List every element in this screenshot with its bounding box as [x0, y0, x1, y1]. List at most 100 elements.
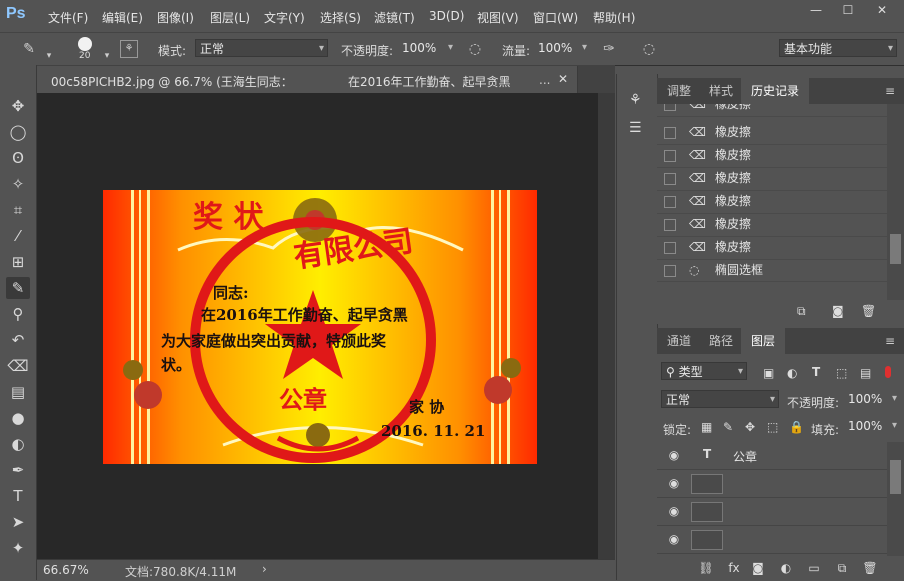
menu-view[interactable]: 视图(V): [477, 9, 519, 26]
menu-help[interactable]: 帮助(H): [593, 9, 635, 26]
airbrush-icon[interactable]: ✑: [600, 40, 618, 58]
type-tool-icon[interactable]: T: [6, 485, 30, 507]
add-mask-icon[interactable]: ◙: [749, 559, 767, 577]
layer-row[interactable]: ◉ T 公章: [657, 442, 887, 470]
new-document-from-state-icon[interactable]: ⧉: [797, 304, 806, 319]
flow-field[interactable]: 100% ▾: [534, 39, 590, 57]
menu-filter[interactable]: 滤镜(T): [374, 9, 415, 26]
vertical-scrollbar[interactable]: [598, 93, 615, 559]
shape-tool-icon[interactable]: ✦: [6, 537, 30, 559]
opacity-field[interactable]: 100% ▾: [398, 39, 456, 57]
lock-all-icon[interactable]: 🔒: [789, 420, 804, 434]
move-tool-icon[interactable]: ✥: [6, 95, 30, 117]
trash-icon[interactable]: 🗑: [861, 304, 876, 318]
lock-pixels-icon[interactable]: ✎: [723, 420, 733, 434]
layer-row[interactable]: ◉: [657, 526, 887, 554]
mode-select[interactable]: 正常 ▾: [195, 39, 328, 57]
layers-scrollbar[interactable]: [887, 442, 904, 556]
history-scrollbar[interactable]: [887, 104, 904, 300]
link-layers-icon[interactable]: ⛓: [697, 559, 715, 577]
pen-tool-icon[interactable]: ✒: [6, 459, 30, 481]
close-icon[interactable]: ✕: [866, 0, 898, 20]
lock-position-icon[interactable]: ✥: [745, 420, 755, 434]
menu-type[interactable]: 文字(Y): [264, 9, 305, 26]
visibility-eye-icon[interactable]: ◉: [667, 532, 681, 546]
blend-mode-select[interactable]: 正常 ▾: [661, 390, 779, 408]
visibility-eye-icon[interactable]: ◉: [667, 504, 681, 518]
filter-smart-object-icon[interactable]: ▤: [860, 366, 871, 380]
pressure-opacity-icon[interactable]: ◌: [466, 40, 484, 58]
magic-wand-tool-icon[interactable]: ✧: [6, 173, 30, 195]
panel-menu-icon[interactable]: ≡: [885, 334, 895, 348]
list-item[interactable]: ⌫ 橡皮擦: [657, 167, 887, 191]
lock-artboard-icon[interactable]: ⬚: [767, 420, 778, 434]
brush-tool-icon[interactable]: ✎: [20, 40, 38, 58]
panel-menu-icon[interactable]: ≡: [885, 84, 895, 98]
brush-presets-icon[interactable]: ⚘: [629, 92, 642, 108]
crop-tool-icon[interactable]: ⌗: [6, 199, 30, 221]
new-group-icon[interactable]: ▭: [805, 559, 823, 577]
list-item[interactable]: ⌫ 橡皮擦: [657, 213, 887, 237]
list-item[interactable]: ⌫ 橡皮擦: [657, 121, 887, 145]
new-layer-icon[interactable]: ⧉: [833, 559, 851, 577]
brush-preview-icon[interactable]: [78, 37, 92, 51]
chevron-down-icon[interactable]: ▾: [98, 47, 116, 65]
menu-select[interactable]: 选择(S): [320, 9, 361, 26]
dodge-tool-icon[interactable]: ◐: [6, 433, 30, 455]
layer-filter-select[interactable]: ⚲ 类型 ▾: [661, 362, 747, 380]
tab-layers[interactable]: 图层: [741, 328, 786, 354]
list-item[interactable]: ⌫ 橡皮擦: [657, 144, 887, 168]
menu-3d[interactable]: 3D(D): [429, 9, 464, 23]
eraser-tool-icon[interactable]: ⌫: [6, 355, 30, 377]
clone-stamp-tool-icon[interactable]: ⚲: [6, 303, 30, 325]
filter-pixel-icon[interactable]: ▣: [763, 366, 774, 380]
menu-file[interactable]: 文件(F): [48, 9, 88, 26]
workspace-select[interactable]: 基本功能 ▾: [779, 39, 897, 57]
layer-row[interactable]: ◉: [657, 498, 887, 526]
document-tab[interactable]: 00c58PICHB2.jpg @ 66.7% (王海生同志： 在2016年工作…: [37, 66, 578, 93]
brush-panel-icon[interactable]: ⚘: [120, 40, 138, 58]
snapshot-icon[interactable]: ◙: [832, 304, 844, 318]
healing-brush-tool-icon[interactable]: ⊞: [6, 251, 30, 273]
menu-edit[interactable]: 编辑(E): [102, 9, 143, 26]
chevron-right-icon[interactable]: ›: [262, 562, 267, 576]
history-brush-tool-icon[interactable]: ↶: [6, 329, 30, 351]
brush-tool-icon[interactable]: ✎: [6, 277, 30, 299]
close-tab-icon[interactable]: ✕: [558, 72, 568, 86]
tab-history[interactable]: 历史记录: [741, 78, 810, 104]
marquee-tool-icon[interactable]: ◯: [6, 121, 30, 143]
history-scroll-thumb[interactable]: [890, 234, 901, 264]
lock-transparent-icon[interactable]: ▦: [701, 420, 712, 434]
list-item[interactable]: ⌫ 橡皮擦: [657, 190, 887, 214]
tab-paths[interactable]: 路径: [699, 328, 743, 354]
zoom-level[interactable]: 66.67%: [43, 563, 89, 577]
minimize-icon[interactable]: —: [800, 0, 832, 20]
visibility-eye-icon[interactable]: ◉: [667, 476, 681, 490]
maximize-icon[interactable]: ☐: [832, 0, 864, 20]
lasso-tool-icon[interactable]: ʘ: [6, 147, 30, 169]
tab-adjustments[interactable]: 调整: [657, 78, 701, 104]
layer-row[interactable]: ◉: [657, 470, 887, 498]
tab-styles[interactable]: 样式: [699, 78, 743, 104]
layers-scroll-thumb[interactable]: [890, 460, 901, 494]
chevron-down-icon[interactable]: ▾: [40, 47, 58, 65]
filter-adjustment-icon[interactable]: ◐: [787, 366, 797, 380]
fill-field[interactable]: 100% ▾: [844, 417, 900, 435]
adjustments-icon[interactable]: ☰: [629, 120, 642, 136]
path-selection-tool-icon[interactable]: ➤: [6, 511, 30, 533]
filter-shape-icon[interactable]: ⬚: [836, 366, 847, 380]
menu-image[interactable]: 图像(I): [157, 9, 194, 26]
filter-toggle[interactable]: [885, 366, 891, 378]
menu-window[interactable]: 窗口(W): [533, 9, 578, 26]
eyedropper-tool-icon[interactable]: ⁄: [6, 225, 30, 247]
tab-channels[interactable]: 通道: [657, 328, 701, 354]
layer-name[interactable]: 公章: [733, 448, 757, 465]
adjustment-layer-icon[interactable]: ◐: [777, 559, 795, 577]
list-item[interactable]: ◌ 椭圆选框: [657, 259, 887, 282]
blur-tool-icon[interactable]: ●: [6, 407, 30, 429]
trash-icon[interactable]: 🗑: [861, 559, 879, 577]
layer-opacity-field[interactable]: 100% ▾: [844, 390, 900, 408]
gradient-tool-icon[interactable]: ▤: [6, 381, 30, 403]
menu-layer[interactable]: 图层(L): [210, 9, 250, 26]
visibility-eye-icon[interactable]: ◉: [667, 448, 681, 462]
